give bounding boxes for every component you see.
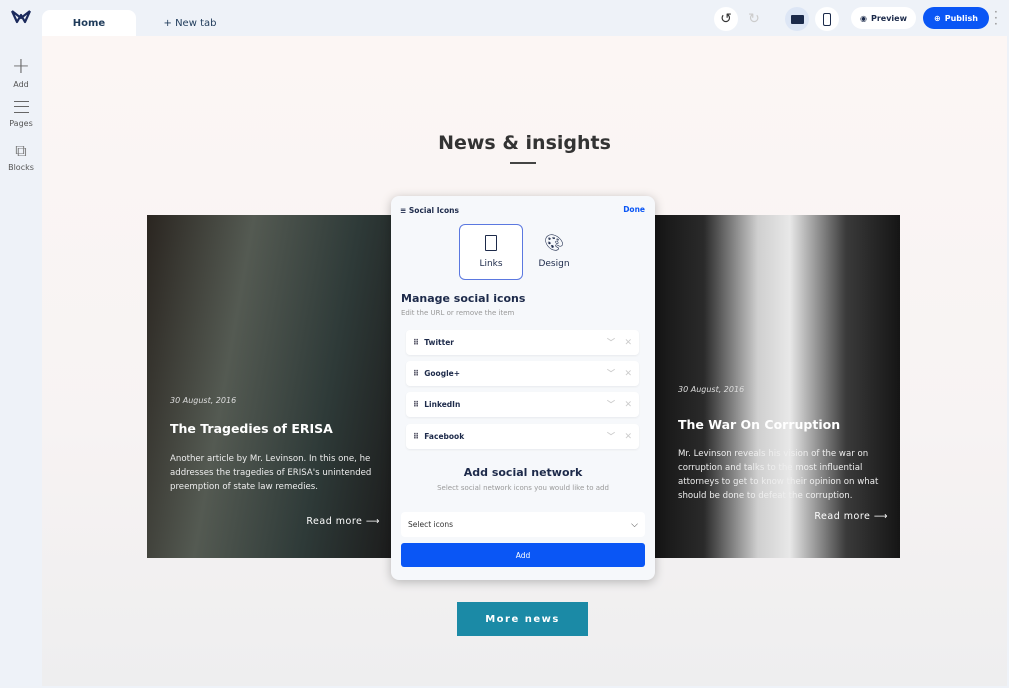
item-label: LinkedIn [424,400,461,409]
sidebar-item-add[interactable]: + Add [0,54,42,90]
close-icon[interactable]: ✕ [624,400,632,410]
preview-button[interactable]: ◉ Preview [851,7,916,29]
document-icon [485,235,497,251]
tab-label: Design [538,259,570,269]
preview-label: Preview [870,13,907,23]
new-tab-button[interactable]: + New tab [150,10,230,36]
plus-icon: + [11,54,31,79]
manage-subtitle: Edit the URL or remove the item [401,309,515,317]
social-item-googleplus[interactable]: ⠿ Google+ ﹀ ✕ [406,361,639,386]
close-icon[interactable]: ✕ [624,338,632,348]
publish-button[interactable]: ⊕ Publish [923,7,989,29]
more-options-icon[interactable]: · · · [994,6,998,30]
more-news-button[interactable]: More news [457,602,588,636]
chevron-down-icon[interactable]: ﹀ [607,399,615,410]
sidebar-item-pages[interactable]: Pages [0,101,42,128]
palette-icon: 🎨︎ [543,233,565,252]
add-subtitle: Select social network icons you would li… [437,484,609,492]
desktop-icon [790,14,804,24]
sidebar-item-blocks[interactable]: ⧉ Blocks [0,141,42,173]
card-date: 30 August, 2016 [678,385,745,394]
globe-icon: ⊕ [934,13,941,23]
publish-label: Publish [944,13,978,23]
panel-header: ≡ Social Icons [400,206,459,215]
done-button[interactable]: Done [623,205,645,214]
chevron-down-icon[interactable]: ﹀ [607,368,615,379]
undo-icon: ↺ [720,11,732,27]
card-date: 30 August, 2016 [170,396,237,405]
page-title: News & insights [438,132,611,154]
card-title: The Tragedies of ERISA [170,421,333,436]
logo-icon[interactable] [10,8,32,26]
social-item-twitter[interactable]: ⠿ Twitter ﹀ ✕ [406,330,639,355]
mobile-icon [823,12,831,26]
sidebar-label: Add [13,80,29,89]
mobile-view-button[interactable] [815,7,839,31]
redo-icon: ↻ [748,11,760,27]
close-icon[interactable]: ✕ [624,369,632,379]
close-icon[interactable]: ✕ [624,432,632,442]
title-divider [510,162,536,164]
chevron-down-icon: ⌵ [631,519,638,530]
undo-button[interactable]: ↺ [714,7,738,31]
drag-icon[interactable]: ⠿ [413,369,419,378]
news-card[interactable]: 30 August, 2016 The Tragedies of ERISA A… [147,215,392,558]
read-more-link[interactable]: Read more ⟶ [306,516,380,527]
read-more-link[interactable]: Read more ⟶ [814,511,888,522]
card-title: The War On Corruption [678,417,841,432]
select-placeholder: Select icons [408,520,453,529]
item-label: Facebook [424,432,465,441]
tab-design[interactable]: 🎨︎ Design [522,224,586,280]
select-icons-dropdown[interactable]: Select icons ⌵ [401,512,645,537]
card-text: Another article by Mr. Levinson. In this… [170,454,372,492]
manage-title: Manage social icons [401,292,526,305]
tab-links[interactable]: Links [459,224,523,280]
social-item-facebook[interactable]: ⠿ Facebook ﹀ ✕ [406,424,639,449]
card-text: Mr. Levinson reveals his vision of the w… [678,449,879,501]
tab-label: Links [479,259,503,269]
news-card[interactable]: 30 August, 2016 The War On Corruption Mr… [655,215,900,558]
item-label: Google+ [424,369,461,378]
puzzle-icon: ⧉ [15,141,27,160]
sidebar-label: Blocks [8,163,34,172]
tab-home[interactable]: Home [42,10,136,36]
sidebar-label: Pages [9,119,33,128]
add-button[interactable]: Add [401,543,645,567]
item-label: Twitter [424,338,454,347]
social-item-linkedin[interactable]: ⠿ LinkedIn ﹀ ✕ [406,392,639,417]
social-icons-panel: ≡ Social Icons Done Links 🎨︎ Design Manag… [391,196,655,580]
desktop-view-button[interactable] [785,7,809,31]
chevron-down-icon[interactable]: ﹀ [607,431,615,442]
add-title: Add social network [463,466,583,479]
drag-icon[interactable]: ⠿ [413,432,419,441]
redo-button[interactable]: ↻ [742,7,766,31]
drag-icon[interactable]: ⠿ [413,338,419,347]
menu-icon [13,101,29,113]
chevron-down-icon[interactable]: ﹀ [607,337,615,348]
drag-icon[interactable]: ⠿ [413,400,419,409]
drag-handle-icon[interactable]: ≡ [400,206,409,215]
eye-icon: ◉ [860,13,867,23]
panel-title: Social Icons [408,206,459,215]
